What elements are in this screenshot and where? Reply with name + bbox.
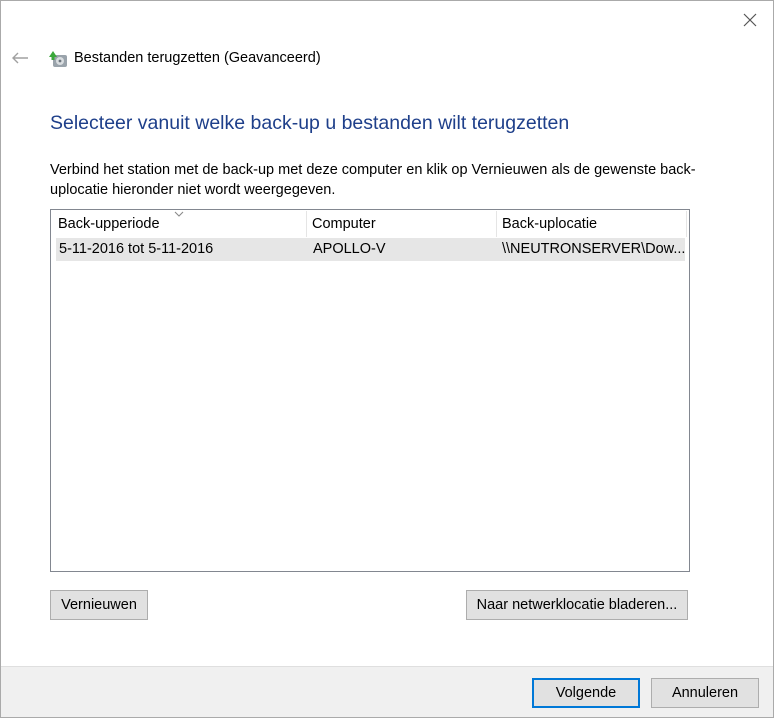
next-button[interactable]: Volgende: [532, 678, 640, 708]
cell-computer: APOLLO-V: [313, 241, 386, 257]
window-title: Bestanden terugzetten (Geavanceerd): [74, 50, 321, 66]
close-button[interactable]: [735, 7, 765, 33]
cell-backup-location: \\NEUTRONSERVER\Dow...: [502, 241, 685, 257]
restore-files-dialog: Bestanden terugzetten (Geavanceerd) Sele…: [0, 0, 774, 718]
cancel-button[interactable]: Annuleren: [651, 678, 759, 708]
close-icon: [743, 13, 757, 27]
column-header-backup-location[interactable]: Back-uplocatie: [496, 210, 686, 238]
refresh-button[interactable]: Vernieuwen: [50, 590, 148, 620]
cell-backup-period: 5-11-2016 tot 5-11-2016: [59, 241, 214, 257]
chevron-down-icon: [174, 211, 184, 217]
list-header: Back-upperiode Computer Back-uplocatie: [51, 210, 689, 238]
instructions-text: Verbind het station met de back-up met d…: [50, 162, 696, 198]
browse-network-location-button[interactable]: Naar netwerklocatie bladeren...: [466, 590, 688, 620]
back-arrow-icon: [12, 52, 28, 64]
back-button[interactable]: [9, 47, 31, 69]
page-heading: Selecteer vanuit welke back-up u bestand…: [50, 112, 570, 134]
table-row[interactable]: 5-11-2016 tot 5-11-2016 APOLLO-V \\NEUTR…: [56, 238, 685, 261]
column-divider[interactable]: [686, 211, 687, 237]
column-header-computer[interactable]: Computer: [306, 210, 496, 238]
restore-files-icon: [49, 51, 67, 67]
dialog-footer: Volgende Annuleren: [1, 666, 773, 717]
backup-list[interactable]: Back-upperiode Computer Back-uplocatie 5…: [50, 209, 690, 572]
